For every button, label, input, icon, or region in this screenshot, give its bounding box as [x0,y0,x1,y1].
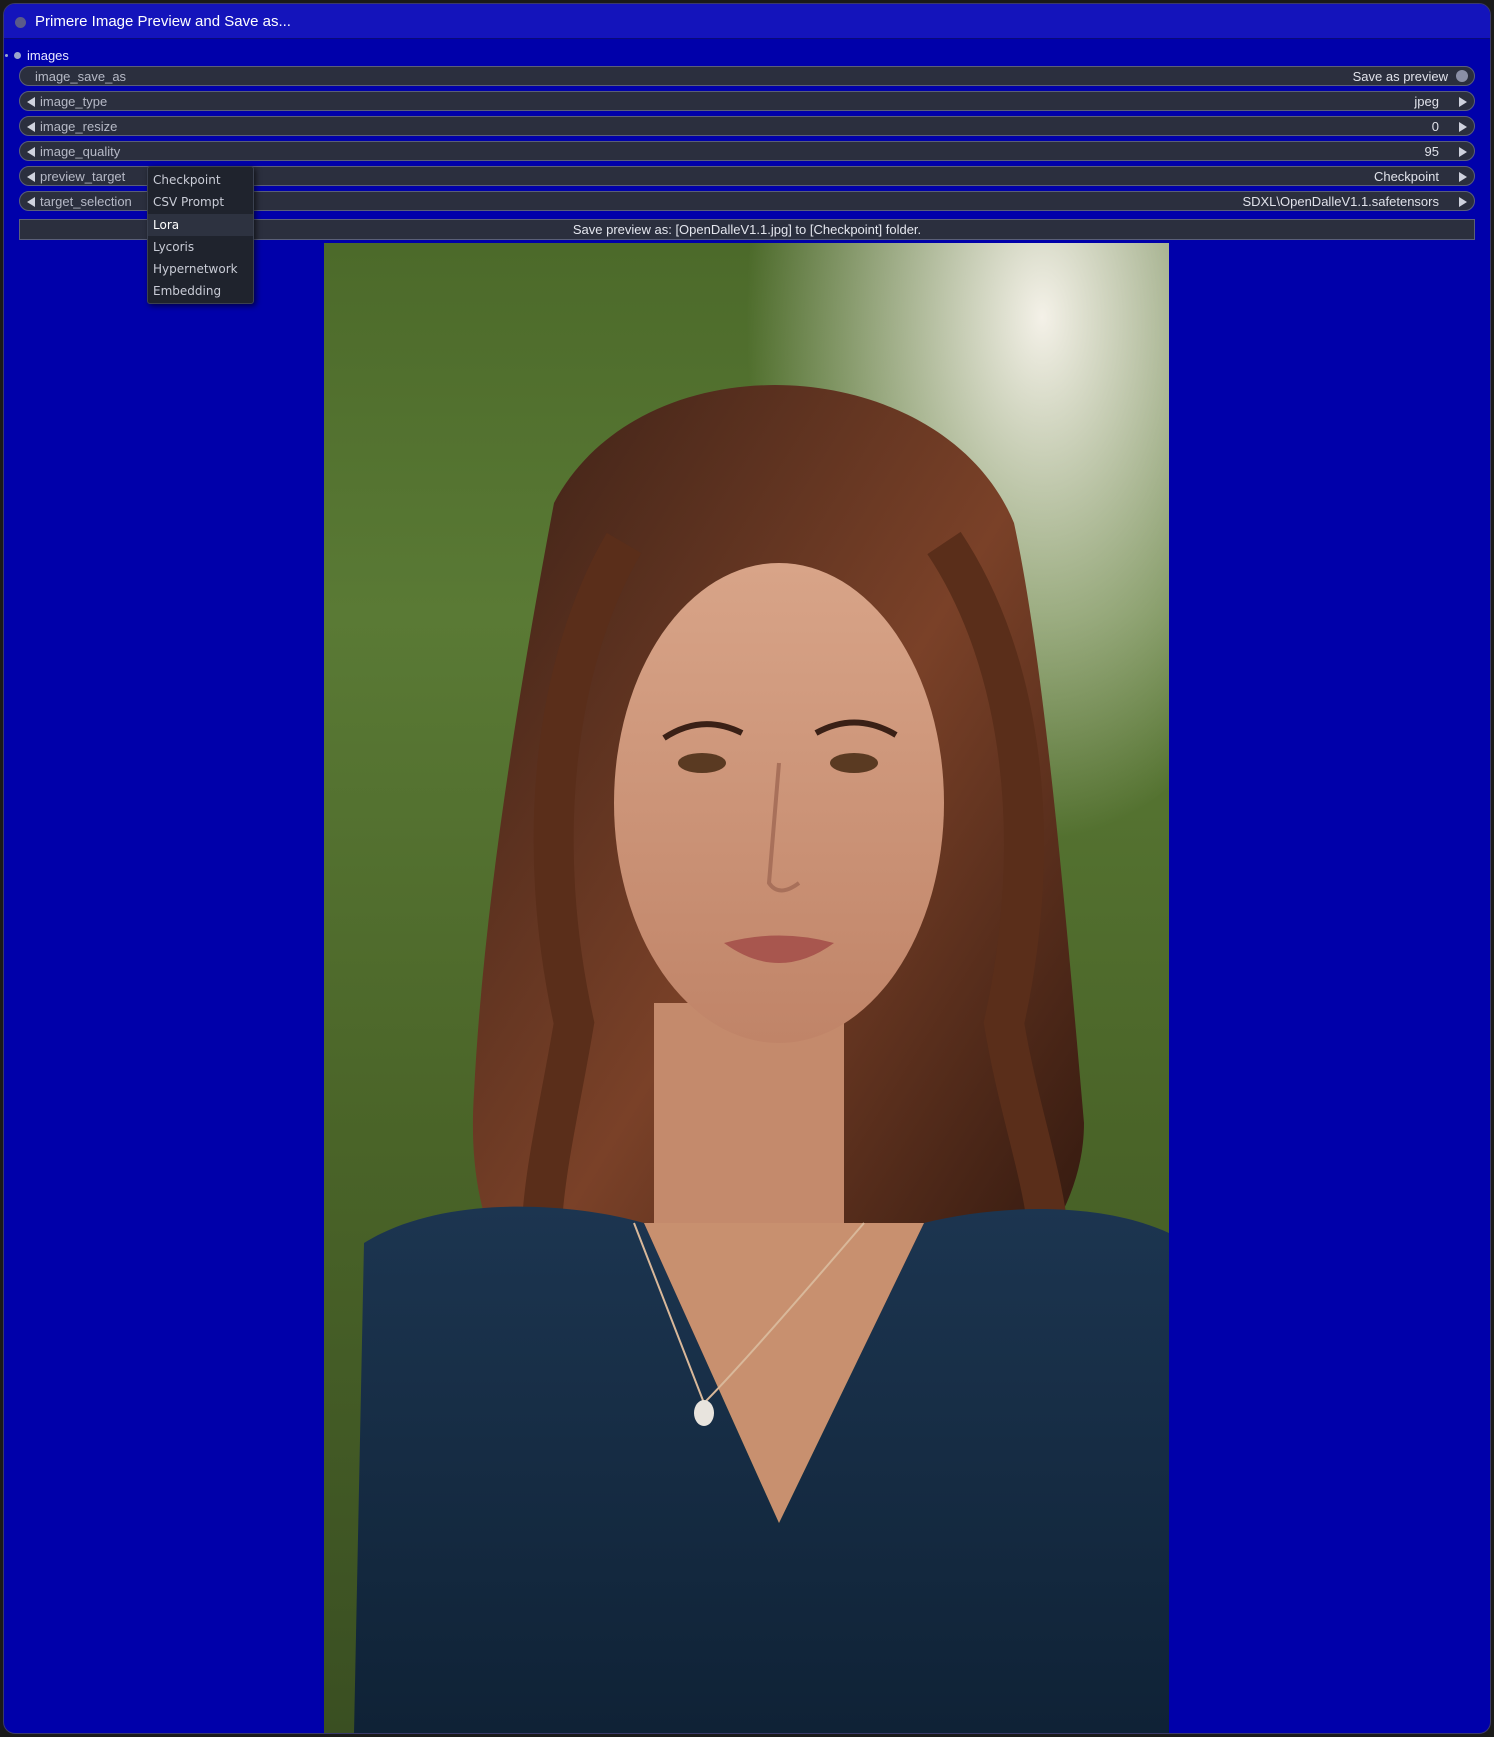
widget-image-resize[interactable]: image_resize 0 [19,116,1475,136]
output-label: images [27,48,69,63]
increment-arrow-icon[interactable] [1459,122,1467,132]
dropdown-item-lycoris[interactable]: Lycoris [148,236,253,258]
dropdown-item-checkpoint[interactable]: Checkpoint [148,169,253,191]
node-title: Primere Image Preview and Save as... [35,13,291,30]
widget-value: Checkpoint [1373,169,1439,184]
decrement-arrow-icon[interactable] [27,122,35,132]
increment-arrow-icon[interactable] [1459,97,1467,107]
decrement-arrow-icon[interactable] [27,197,35,207]
widget-image-quality[interactable]: image_quality 95 [19,141,1475,161]
preview-target-dropdown[interactable]: Checkpoint CSV Prompt Lora Lycoris Hyper… [147,166,254,304]
increment-arrow-icon[interactable] [1459,147,1467,157]
dropdown-item-csv-prompt[interactable]: CSV Prompt [148,191,253,213]
node-titlebar[interactable]: Primere Image Preview and Save as... [4,4,1490,39]
dropdown-item-hypernetwork[interactable]: Hypernetwork [148,258,253,280]
output-dot-icon[interactable] [14,52,21,59]
collapse-dot-icon[interactable] [15,17,26,28]
widget-name: image_save_as [35,69,127,84]
widget-name: image_resize [40,119,118,134]
widget-value: 0 [1431,119,1439,134]
widget-value: jpeg [1414,94,1439,109]
dropdown-item-embedding[interactable]: Embedding [148,280,253,302]
widget-value: SDXL\OpenDalleV1.1.safetensors [1242,194,1439,209]
increment-arrow-icon[interactable] [1459,197,1467,207]
widget-value: 95 [1424,144,1439,159]
widget-name: image_quality [40,144,121,159]
increment-arrow-icon[interactable] [1459,172,1467,182]
decrement-arrow-icon[interactable] [27,97,35,107]
decrement-arrow-icon[interactable] [27,147,35,157]
widget-value: Save as preview [1352,69,1448,84]
widget-image-type[interactable]: image_type jpeg [19,91,1475,111]
toggle-knob-icon[interactable] [1456,70,1468,82]
link-dot-icon [5,54,8,57]
widget-image-save-as[interactable]: image_save_as Save as preview [19,66,1475,86]
dropdown-item-lora[interactable]: Lora [148,213,253,236]
preview-image [324,243,1169,1733]
widget-name: preview_target [40,169,126,184]
widget-name: target_selection [40,194,132,209]
decrement-arrow-icon[interactable] [27,172,35,182]
widget-name: image_type [40,94,108,109]
